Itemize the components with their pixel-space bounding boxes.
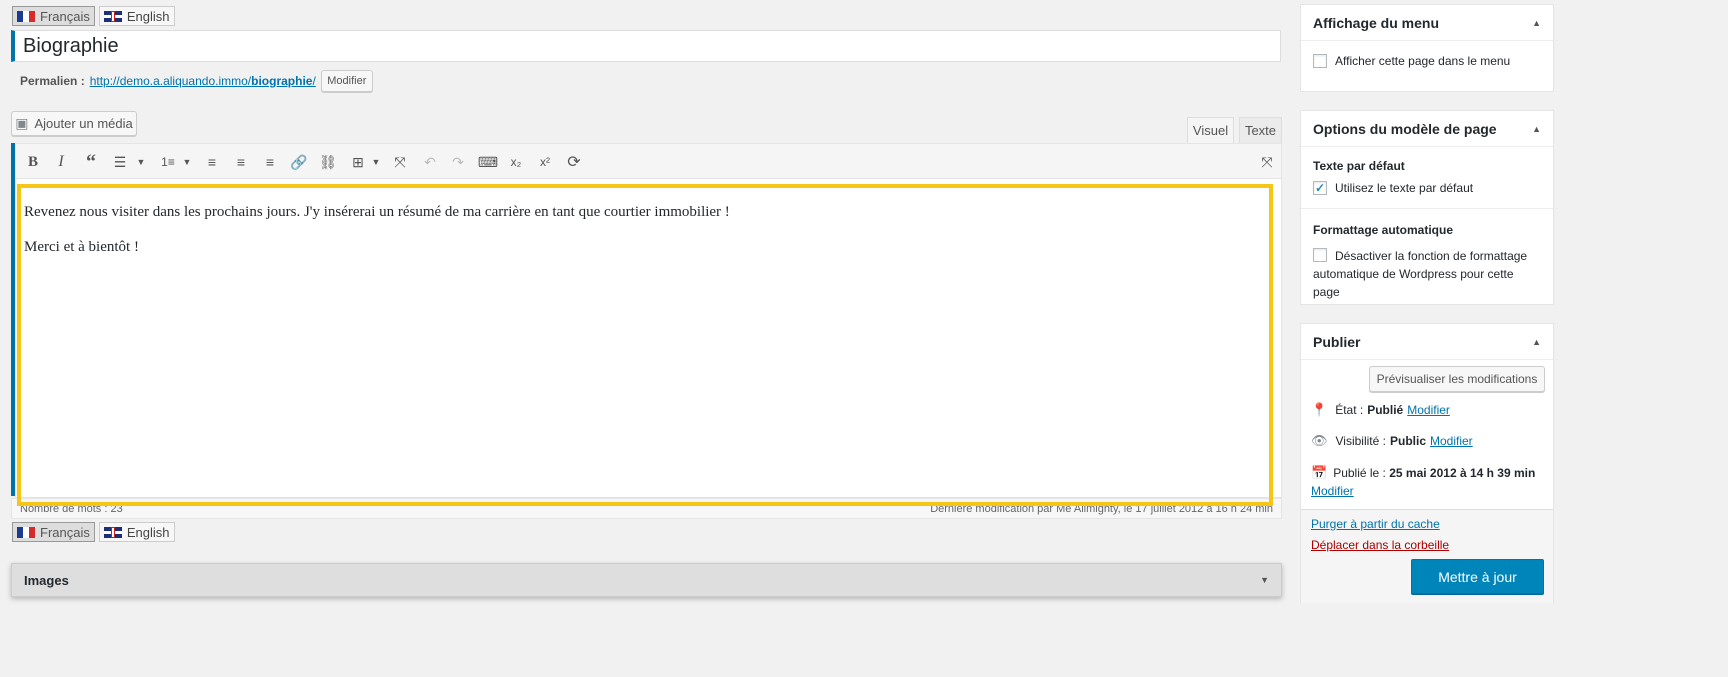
permalink-url-base: http://demo.a.aliquando.immo/: [89, 74, 252, 88]
permalink-row: Permalien : http://demo.a.aliquando.immo…: [20, 70, 373, 92]
move-to-trash-link[interactable]: Déplacer dans la corbeille: [1311, 538, 1449, 552]
media-icon: ▣: [15, 115, 29, 131]
add-media-button[interactable]: ▣ Ajouter un média: [11, 111, 137, 136]
lang-fr-button[interactable]: Français: [12, 6, 95, 26]
default-text-heading: Texte par défaut: [1313, 159, 1405, 173]
uk-flag-icon: [103, 526, 122, 538]
france-flag-icon: [17, 526, 35, 538]
status-value: Publié: [1367, 403, 1404, 417]
calendar-icon: 📅: [1311, 465, 1328, 480]
content-paragraph: Merci et à bientôt !: [24, 239, 139, 255]
align-right-icon[interactable]: ≡: [258, 150, 282, 174]
default-text-row: ✓ Utilisez le texte par défaut: [1313, 181, 1541, 195]
publish-panel: Publier ▲ Prévisualiser les modifications…: [1300, 323, 1554, 603]
bullet-list-dropdown-icon[interactable]: ▼: [129, 150, 153, 174]
default-text-checkbox[interactable]: ✓: [1313, 181, 1327, 195]
status-row: 📍 État : Publié Modifier: [1311, 402, 1450, 418]
template-options-panel: Options du modèle de page ▲ Texte par déf…: [1300, 110, 1554, 305]
editor-toolbar: B I “ ☰ ▼ 1≡ ▼ ≡ ≡ ≡ 🔗 ⛓ ⊞ ▼ ⤧ ↶ ↷ ⌨ x₂ …: [15, 143, 1282, 179]
template-options-body: Texte par défaut ✓ Utilisez le texte par…: [1301, 147, 1553, 301]
panel-header[interactable]: Publier ▲: [1301, 324, 1553, 360]
editor-text: Revenez nous visiter dans les prochains …: [24, 204, 1264, 256]
purge-cache-link[interactable]: Purger à partir du cache: [1311, 517, 1440, 531]
lang-en-button[interactable]: English: [98, 6, 175, 26]
unlink-icon[interactable]: ⛓: [316, 150, 340, 174]
permalink-label: Permalien :: [20, 74, 85, 88]
show-in-menu-row: Afficher cette page dans le menu: [1301, 41, 1553, 81]
show-in-menu-label: Afficher cette page dans le menu: [1335, 54, 1511, 68]
caret-down-icon[interactable]: ▼: [1260, 575, 1269, 585]
autoformat-row: Désactiver la fonction de formattage aut…: [1313, 247, 1541, 301]
visibility-row: 👁 Visibilité : Public Modifier: [1311, 433, 1473, 449]
status-label: État :: [1335, 403, 1364, 417]
panel-header[interactable]: Affichage du menu ▲: [1301, 5, 1553, 41]
eye-icon: 👁: [1311, 433, 1328, 448]
content-paragraph: Revenez nous visiter dans les prochains …: [24, 204, 730, 220]
permalink-edit-button[interactable]: Modifier: [320, 70, 373, 92]
lang-en-label: English: [126, 8, 170, 24]
published-value: 25 mai 2012 à 14 h 39 min: [1389, 466, 1536, 480]
refresh-icon[interactable]: ⟳: [562, 150, 586, 174]
fullscreen-icon[interactable]: ⤧: [388, 150, 412, 174]
italic-icon[interactable]: I: [49, 150, 73, 174]
lang-en-label: English: [126, 524, 170, 540]
post-title-value: Biographie: [23, 34, 119, 57]
caret-up-icon[interactable]: ▲: [1532, 337, 1541, 347]
permalink-link[interactable]: http://demo.a.aliquando.immo/biographie/: [90, 74, 316, 88]
visibility-edit-link[interactable]: Modifier: [1430, 434, 1473, 448]
permalink-url-trail: /: [312, 74, 316, 88]
redo-icon[interactable]: ↷: [446, 150, 470, 174]
permalink-url-slug: biographie: [251, 74, 313, 88]
status-edit-link[interactable]: Modifier: [1407, 403, 1450, 417]
align-center-icon[interactable]: ≡: [229, 150, 253, 174]
lang-fr-label: Français: [40, 8, 90, 24]
bold-icon[interactable]: B: [21, 150, 45, 174]
images-title: Images: [24, 572, 69, 588]
published-edit-link[interactable]: Modifier: [1311, 484, 1354, 498]
blockquote-icon[interactable]: “: [79, 150, 103, 174]
publish-actions: Purger à partir du cache Déplacer dans l…: [1301, 509, 1553, 603]
link-icon[interactable]: 🔗: [287, 150, 311, 174]
lang-fr-button[interactable]: Français: [12, 522, 95, 542]
language-switcher-bottom: Français English: [12, 522, 175, 542]
subscript-icon[interactable]: x₂: [504, 150, 528, 174]
panel-title: Publier: [1313, 333, 1361, 350]
lang-fr-label: Français: [40, 524, 90, 540]
autoformat-checkbox[interactable]: [1313, 248, 1327, 262]
numbered-list-dropdown-icon[interactable]: ▼: [175, 150, 199, 174]
images-metabox[interactable]: Images ▼: [11, 563, 1282, 597]
align-left-icon[interactable]: ≡: [200, 150, 224, 174]
panel-title: Affichage du menu: [1313, 14, 1440, 31]
published-date-row: 📅 Publié le : 25 mai 2012 à 14 h 39 min M…: [1311, 464, 1547, 500]
uk-flag-icon: [103, 10, 122, 22]
keyboard-icon[interactable]: ⌨: [476, 150, 500, 174]
panel-title: Options du modèle de page: [1313, 120, 1497, 137]
undo-icon[interactable]: ↶: [418, 150, 442, 174]
superscript-icon[interactable]: x²: [533, 150, 557, 174]
caret-up-icon[interactable]: ▲: [1532, 18, 1541, 28]
autoformat-label: Désactiver la fonction de formattage aut…: [1313, 249, 1528, 299]
caret-up-icon[interactable]: ▲: [1532, 124, 1541, 134]
show-in-menu-checkbox[interactable]: [1313, 54, 1327, 68]
language-switcher-top: Français English: [12, 6, 175, 26]
default-text-label: Utilisez le texte par défaut: [1335, 181, 1474, 195]
post-title-input[interactable]: Biographie: [11, 30, 1281, 62]
update-button[interactable]: Mettre à jour: [1411, 559, 1544, 594]
preview-changes-button[interactable]: Prévisualiser les modifications: [1369, 366, 1545, 392]
distraction-free-icon[interactable]: ⤧: [1255, 150, 1279, 174]
visibility-value: Public: [1389, 434, 1426, 448]
menu-display-panel: Affichage du menu ▲ Afficher cette page d…: [1300, 4, 1554, 92]
visibility-label: Visibilité :: [1335, 434, 1386, 448]
add-media-label: Ajouter un média: [34, 116, 133, 131]
france-flag-icon: [17, 10, 35, 22]
tab-visual[interactable]: Visuel: [1187, 117, 1234, 143]
pin-icon: 📍: [1311, 402, 1328, 417]
divider: [1301, 208, 1553, 209]
autoformat-heading: Formattage automatique: [1313, 223, 1454, 237]
table-dropdown-icon[interactable]: ▼: [364, 150, 388, 174]
lang-en-button[interactable]: English: [98, 522, 175, 542]
tab-text[interactable]: Texte: [1239, 117, 1282, 143]
panel-header[interactable]: Options du modèle de page ▲: [1301, 111, 1553, 147]
published-label: Publié le :: [1333, 466, 1386, 480]
